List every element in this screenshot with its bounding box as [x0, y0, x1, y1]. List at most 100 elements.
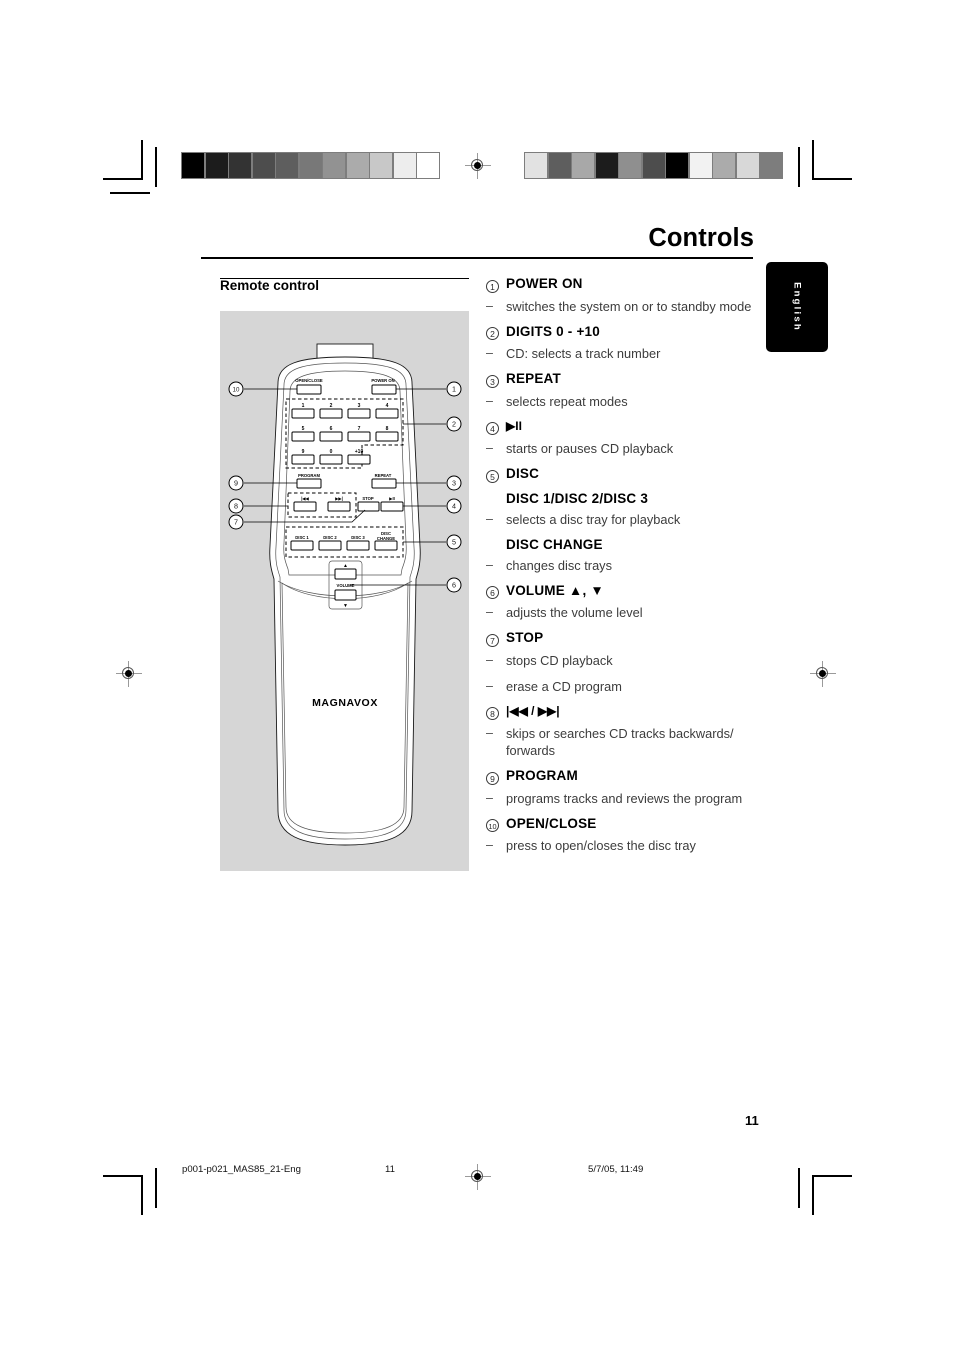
control-entry-skip: 8 |◀◀ / ▶▶| – skips or searches CD track… [486, 704, 766, 760]
bullet-dash: – [486, 393, 493, 408]
control-entry-volume: 6 VOLUME ▲, ▼ – adjusts the volume level [486, 583, 766, 622]
remote-button-disc3 [346, 540, 370, 551]
bullet-dash: – [486, 726, 493, 740]
calibration-swatch [417, 153, 439, 178]
remote-button-disc1 [290, 540, 314, 551]
calibration-swatch [713, 153, 735, 178]
remote-button-digit-6 [319, 431, 343, 442]
bullet-dash: – [486, 652, 493, 667]
bullet-dash: – [486, 838, 493, 852]
remote-label-disc3: DISC 3 [351, 535, 365, 540]
calibration-swatch [182, 153, 204, 178]
control-entry-digits: 2 DIGITS 0 - +10 – CD: selects a track n… [486, 324, 766, 363]
callout-number-5: 5 [452, 538, 456, 547]
entry-number-5: 5 [486, 469, 499, 483]
bullet-dash: – [486, 557, 493, 572]
remote-label-disc1: DISC 1 [295, 535, 309, 540]
registration-target-left [116, 661, 142, 687]
remote-label-digit-4: 4 [386, 403, 389, 409]
calibration-swatch [370, 153, 392, 178]
entry-number-1: 1 [486, 279, 499, 293]
language-tab-label: English [791, 282, 803, 332]
remote-label-digit-0: 0 [330, 449, 333, 455]
bullet-text-open-close: press to open/closes the disc tray [506, 838, 696, 853]
registration-target-right [810, 661, 836, 687]
entry-label-digits: DIGITS 0 - +10 [506, 323, 600, 339]
entry-label-stop: STOP [506, 630, 544, 645]
entry-label-power-on: POWER ON [506, 276, 583, 291]
remote-button-disc2 [318, 540, 342, 551]
entry-label-skip: |◀◀ / ▶▶| [506, 703, 560, 718]
callout-number-9: 9 [234, 479, 238, 488]
remote-button-power-on [371, 384, 397, 395]
remote-brand-logo: MAGNAVOX [312, 697, 378, 709]
callout-number-7: 7 [234, 518, 238, 527]
control-entry-program: 9 PROGRAM – programs tracks and reviews … [486, 768, 766, 807]
bullet-text-skip: skips or searches CD tracks backwards/ f… [506, 726, 734, 758]
remote-button-play-pause [380, 501, 404, 512]
control-entry-power-on: 1 POWER ON – switches the system on or t… [486, 276, 766, 315]
remote-button-digit-2 [319, 408, 343, 419]
calibration-swatch [595, 153, 618, 178]
remote-button-program [296, 478, 322, 489]
bullet-dash: – [486, 298, 493, 313]
callout-number-2: 2 [452, 420, 456, 429]
footer-filename: p001-p021_MAS85_21-Eng [182, 1164, 301, 1175]
remote-label-prev: |◀◀ [301, 496, 309, 501]
entry-label-program: PROGRAM [506, 768, 578, 783]
remote-button-next [327, 501, 351, 512]
bullet-dash: – [486, 441, 493, 455]
remote-button-digit-8 [375, 431, 399, 442]
remote-button-digit-5 [291, 431, 315, 442]
remote-button-disc-change [374, 540, 398, 551]
calibration-swatch [252, 153, 275, 178]
bullet-dash: – [486, 511, 493, 526]
bullet-text-power-on: switches the system on or to standby mod… [506, 298, 752, 314]
remote-label-volume: VOLUME [337, 583, 355, 588]
calibration-swatch [619, 153, 641, 178]
calibration-swatch [548, 153, 571, 178]
remote-button-digit-plus10 [347, 454, 371, 465]
remote-control-section: Remote control [220, 278, 470, 295]
callout-number-4: 4 [452, 502, 456, 511]
crop-mark-top-right-bleed-vertical [798, 147, 800, 187]
remote-button-digit-9 [291, 454, 315, 465]
calibration-swatch [736, 153, 759, 178]
remote-button-volume-up [334, 568, 357, 580]
page-number: 11 [745, 1113, 759, 1128]
remote-label-volume-up-arrow: ▲ [343, 563, 348, 569]
bullet-text-play-pause: starts or pauses CD playback [506, 441, 674, 456]
language-tab: English [766, 262, 828, 352]
remote-button-prev [293, 501, 317, 512]
footer-page-number: 11 [385, 1164, 395, 1175]
entry-number-10: 10 [486, 819, 499, 832]
crop-mark-bottom-right-horizontal [812, 1175, 852, 1177]
bullet-text-program: programs tracks and reviews the program [506, 790, 743, 806]
entry-number-2: 2 [486, 327, 499, 340]
crop-mark-bottom-left-horizontal [103, 1175, 143, 1177]
bullet-text-disc-change: changes disc trays [506, 557, 612, 573]
bullet-dash: – [486, 605, 493, 619]
remote-label-open-close: OPEN/CLOSE [295, 378, 323, 383]
remote-button-digit-1 [291, 408, 315, 419]
calibration-swatch [666, 153, 688, 178]
calibration-swatch [229, 153, 251, 178]
crop-mark-bottom-left-bleed-vertical [155, 1168, 157, 1208]
crop-mark-top-right-horizontal [812, 178, 852, 180]
bullet-dash: – [486, 678, 493, 693]
bullet-dash: – [486, 790, 493, 805]
remote-button-volume-down [334, 589, 357, 601]
registration-target-top [465, 153, 491, 179]
entry-label-open-close: OPEN/CLOSE [506, 815, 597, 831]
callout-number-1: 1 [452, 385, 456, 394]
section-heading: Remote control [220, 278, 320, 293]
bullet-text-stop-playback: stops CD playback [506, 652, 613, 668]
remote-label-digit-plus10: +10 [355, 449, 364, 455]
remote-label-digit-5: 5 [302, 426, 305, 432]
control-entry-stop: 7 STOP – stops CD playback – erase a CD … [486, 630, 766, 695]
crop-mark-bottom-right-vertical [812, 1175, 814, 1215]
calibration-swatch [299, 153, 322, 178]
control-entry-disc: 5 DISC DISC 1/DISC 2/DISC 3 – selects a … [486, 466, 766, 574]
bullet-text-repeat: selects repeat modes [506, 393, 628, 409]
remote-label-program: PROGRAM [298, 473, 320, 478]
